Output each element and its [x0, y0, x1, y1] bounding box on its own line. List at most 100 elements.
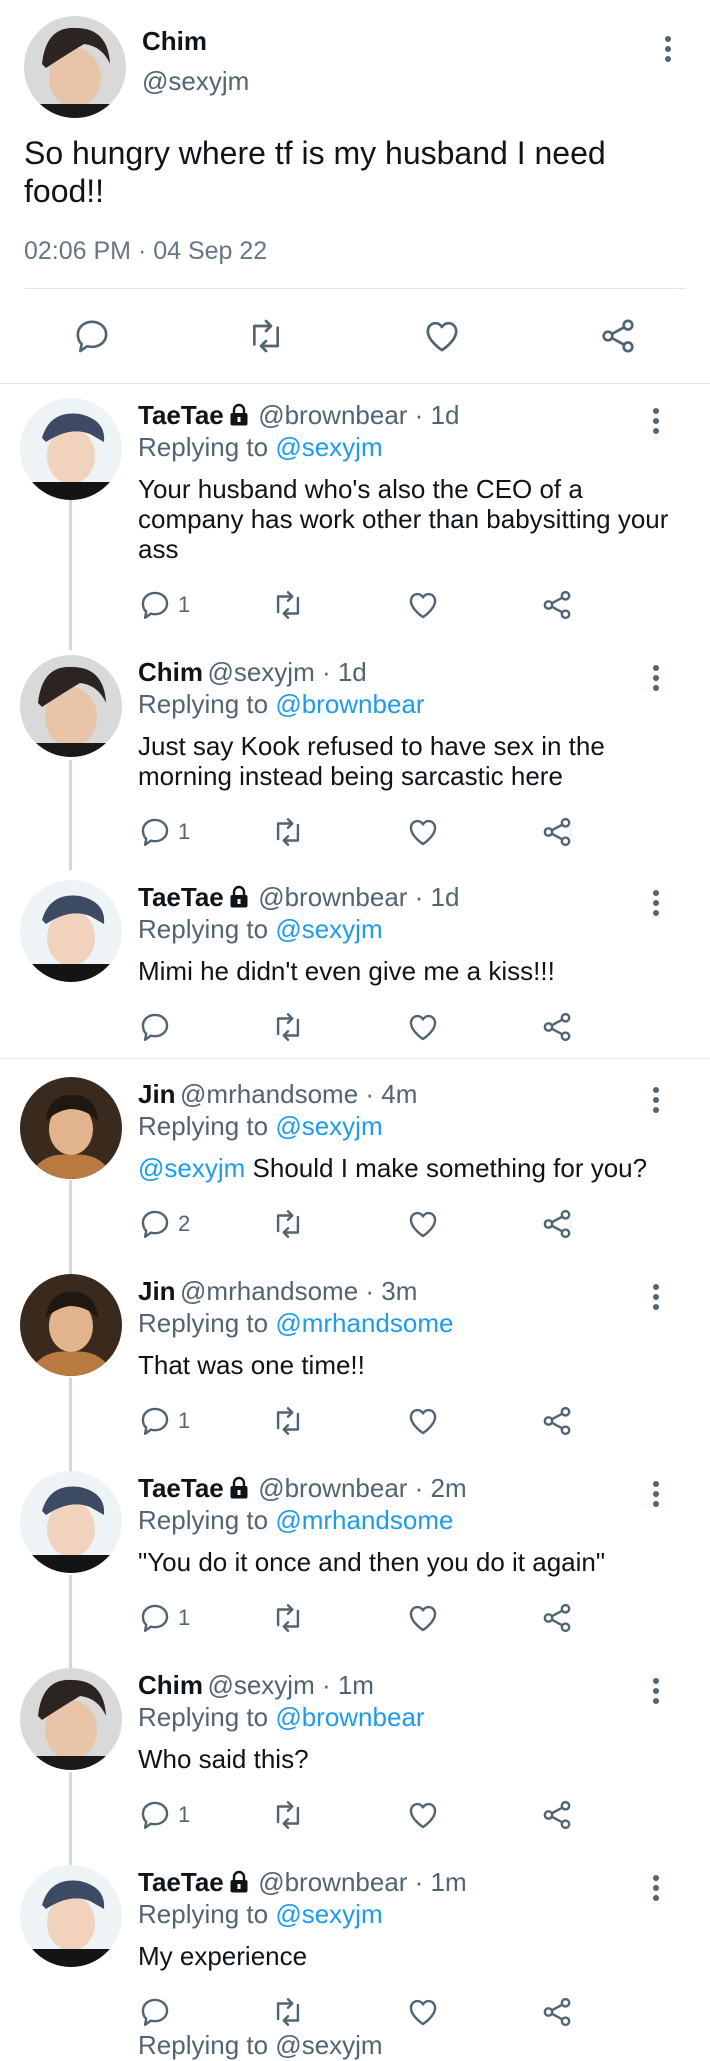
avatar[interactable] [20, 655, 122, 757]
retweet-icon[interactable] [270, 588, 306, 627]
retweet-icon[interactable] [270, 1798, 306, 1837]
share-icon[interactable] [540, 1010, 574, 1049]
reply-icon[interactable]: 1 [138, 1798, 190, 1832]
main-author-handle[interactable]: @sexyjm [142, 66, 249, 97]
replying-to-link[interactable]: @sexyjm [275, 432, 382, 462]
avatar[interactable] [20, 1274, 122, 1376]
share-icon[interactable] [540, 1404, 574, 1443]
author-name[interactable]: TaeTae [138, 1473, 224, 1503]
reply-text: @sexyjm Should I make something for you? [138, 1153, 678, 1183]
retweet-icon[interactable] [270, 1995, 306, 2034]
reply-tweet[interactable]: Chim @sexyjm · 1d Replying to @brownbear… [0, 655, 710, 847]
author-handle-time[interactable]: @mrhandsome · 3m [180, 1276, 417, 1306]
replying-to: Replying to @sexyjm [138, 1899, 383, 1930]
more-icon[interactable] [646, 1087, 666, 1117]
main-author-name[interactable]: Chim [142, 26, 207, 57]
author-name[interactable]: TaeTae [138, 882, 224, 912]
replying-to-link[interactable]: @brownbear [275, 689, 424, 719]
more-icon[interactable] [646, 1481, 666, 1511]
more-icon[interactable] [646, 408, 666, 438]
reply-tweet[interactable]: TaeTae @brownbear · 1m Replying to @sexy… [0, 1865, 710, 2055]
replying-to-link[interactable]: @mrhandsome [275, 1505, 453, 1535]
author-name[interactable]: Chim [138, 657, 203, 687]
avatar[interactable] [20, 1865, 122, 1967]
like-icon[interactable] [406, 1601, 440, 1640]
author-name[interactable]: Jin [138, 1079, 176, 1109]
avatar[interactable] [20, 398, 122, 500]
author-handle-time[interactable]: @mrhandsome · 4m [180, 1079, 417, 1109]
author-name[interactable]: TaeTae [138, 1867, 224, 1897]
like-icon[interactable] [406, 1995, 440, 2034]
share-icon[interactable] [598, 316, 638, 356]
reply-tweet[interactable]: TaeTae @brownbear · 2m Replying to @mrha… [0, 1471, 710, 1661]
reply-count: 1 [178, 819, 191, 844]
reply-icon[interactable]: 1 [138, 1404, 190, 1438]
share-icon[interactable] [540, 1798, 574, 1837]
reply-tweet[interactable]: Chim @sexyjm · 1m Replying to @brownbear… [0, 1668, 710, 1858]
more-icon[interactable] [646, 1678, 666, 1708]
reply-text: Who said this? [138, 1744, 678, 1774]
more-icon[interactable] [646, 1875, 666, 1905]
author-handle-time[interactable]: @brownbear · 1d [258, 882, 459, 912]
replying-to-link[interactable]: @sexyjm [275, 1899, 382, 1929]
replying-to: Replying to @sexyjm [138, 914, 383, 945]
reply-icon[interactable] [138, 1010, 178, 1044]
retweet-icon[interactable] [270, 1601, 306, 1640]
replying-to-link[interactable]: @mrhandsome [275, 1308, 453, 1338]
like-icon[interactable] [406, 1010, 440, 1049]
like-icon[interactable] [406, 1404, 440, 1443]
retweet-icon[interactable] [245, 316, 287, 356]
more-icon[interactable] [658, 36, 678, 66]
share-icon[interactable] [540, 1995, 574, 2034]
reply-tweet[interactable]: Jin @mrhandsome · 4m Replying to @sexyjm… [0, 1077, 710, 1267]
retweet-icon[interactable] [270, 1010, 306, 1049]
share-icon[interactable] [540, 588, 574, 627]
reply-icon[interactable] [72, 316, 112, 356]
cutoff-reply-text: Replying to @sexyjm [138, 2030, 383, 2060]
replying-to-link[interactable]: @sexyjm [275, 1111, 382, 1141]
like-icon[interactable] [406, 1207, 440, 1246]
reply-tweet[interactable]: TaeTae @brownbear · 1d Replying to @sexy… [0, 398, 710, 620]
retweet-icon[interactable] [270, 815, 306, 854]
author-handle-time[interactable]: @sexyjm · 1d [207, 657, 366, 687]
more-icon[interactable] [646, 665, 666, 695]
author-name[interactable]: TaeTae [138, 400, 224, 430]
retweet-icon[interactable] [270, 1404, 306, 1443]
author-handle-time[interactable]: @brownbear · 1d [258, 400, 459, 430]
like-icon[interactable] [406, 588, 440, 627]
author-handle-time[interactable]: @brownbear · 2m [258, 1473, 466, 1503]
retweet-icon[interactable] [270, 1207, 306, 1246]
like-icon[interactable] [406, 1798, 440, 1837]
reply-icon[interactable]: 2 [138, 1207, 190, 1241]
replying-to-link[interactable]: @sexyjm [275, 914, 382, 944]
author-name[interactable]: Jin [138, 1276, 176, 1306]
reply-text-line: "You do it once and then you do it again… [138, 1547, 606, 1577]
mention-link[interactable]: @sexyjm [138, 1153, 245, 1183]
more-icon[interactable] [646, 890, 666, 920]
avatar[interactable] [20, 1471, 122, 1573]
avatar-chim[interactable] [24, 16, 126, 118]
replying-to-link[interactable]: @brownbear [275, 1702, 424, 1732]
reply-text-line: ass [138, 534, 179, 564]
author-handle-time[interactable]: @sexyjm · 1m [207, 1670, 374, 1700]
share-icon[interactable] [540, 1207, 574, 1246]
reply-text-line: That was one time!! [138, 1350, 365, 1380]
more-icon[interactable] [646, 1284, 666, 1314]
reply-tweet[interactable]: Jin @mrhandsome · 3m Replying to @mrhand… [0, 1274, 710, 1464]
main-tweet-timestamp: 02:06 PM · 04 Sep 22 [24, 237, 268, 265]
avatar[interactable] [20, 880, 122, 982]
author-handle-time[interactable]: @brownbear · 1m [258, 1867, 466, 1897]
author-name[interactable]: Chim [138, 1670, 203, 1700]
like-icon[interactable] [422, 316, 462, 356]
reply-icon[interactable] [138, 1995, 178, 2029]
share-icon[interactable] [540, 1601, 574, 1640]
reply-icon[interactable]: 1 [138, 1601, 190, 1635]
reply-icon[interactable]: 1 [138, 588, 190, 622]
like-icon[interactable] [406, 815, 440, 854]
avatar[interactable] [20, 1668, 122, 1770]
share-icon[interactable] [540, 815, 574, 854]
reply-tweet[interactable]: TaeTae @brownbear · 1d Replying to @sexy… [0, 880, 710, 1070]
main-tweet-text: So hungry where tf is my husband I need … [24, 135, 606, 209]
reply-icon[interactable]: 1 [138, 815, 190, 849]
avatar[interactable] [20, 1077, 122, 1179]
